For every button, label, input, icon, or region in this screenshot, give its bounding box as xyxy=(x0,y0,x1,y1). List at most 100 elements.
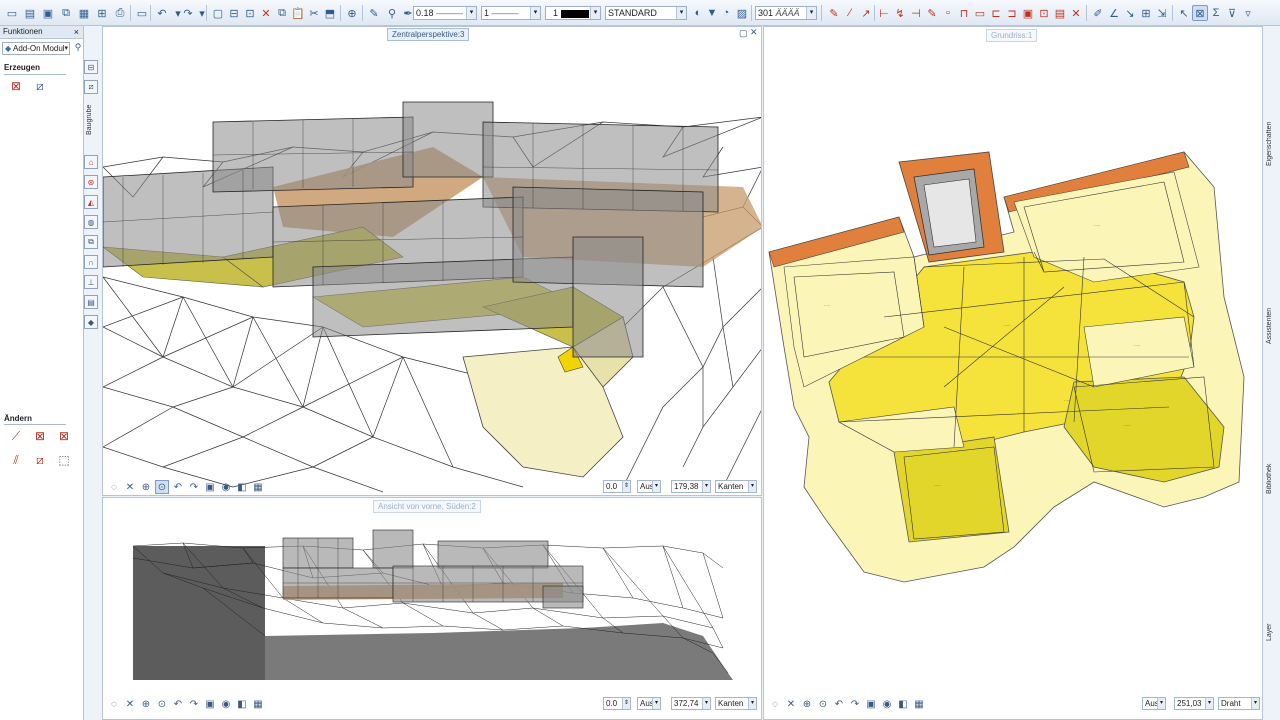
tab-library[interactable]: Bibliothek xyxy=(1266,434,1273,494)
search-icon[interactable]: ⚲ xyxy=(72,42,84,55)
select-icon[interactable]: ↖ xyxy=(1176,5,1192,21)
delta-icon[interactable]: ↘ xyxy=(1122,5,1138,21)
snap-6-icon[interactable]: ⊓ xyxy=(956,5,972,21)
view-eye-icon[interactable]: ◉ xyxy=(219,480,233,494)
project-icon[interactable]: ⊞ xyxy=(94,5,110,21)
front-angle-field[interactable]: 0.0 ⇕ xyxy=(603,697,631,710)
view-prev-icon[interactable]: ↶ xyxy=(171,480,185,494)
plan-aus-select[interactable]: Aus ▾ xyxy=(1142,697,1166,710)
excavation-create-icon[interactable]: ⊠ xyxy=(8,78,24,94)
modify-point-icon[interactable]: ⊠ xyxy=(56,428,72,444)
view-fit-icon[interactable]: ✕ xyxy=(784,697,798,711)
copy-icon[interactable]: ⧉ xyxy=(274,5,290,21)
view-select-icon[interactable]: ◌ xyxy=(107,697,121,711)
open-file-icon[interactable]: ▤ xyxy=(22,5,38,21)
modify-edit-icon[interactable]: ⧄ xyxy=(32,452,48,468)
view-next-icon[interactable]: ↷ xyxy=(848,697,862,711)
tab-engineering-icon[interactable]: ⊛ xyxy=(84,175,98,189)
tab-assistants[interactable]: Assistenten xyxy=(1266,264,1273,344)
pen-thickness-select[interactable]: 0.18 ——— ▾ xyxy=(413,6,477,20)
undo-icon[interactable]: ↶ xyxy=(154,5,170,21)
view-fit-icon[interactable]: ✕ xyxy=(123,480,137,494)
filter-icon[interactable]: ⊽ xyxy=(1224,5,1240,21)
tab-layout-icon[interactable]: ◍ xyxy=(84,215,98,229)
snap-7-icon[interactable]: ▭ xyxy=(972,5,988,21)
cancel-snap-icon[interactable]: ✕ xyxy=(1068,5,1084,21)
area-style-select[interactable]: STANDARD ▾ xyxy=(605,6,687,20)
save-icon[interactable]: ▣ xyxy=(40,5,56,21)
plan-scale-select[interactable]: 251,03 ▾ xyxy=(1174,697,1214,710)
perspective-aus-select[interactable]: Aus ▾ xyxy=(637,480,661,493)
view-pan-icon[interactable]: ⊙ xyxy=(816,697,830,711)
modify-cross-icon[interactable]: ⊠ xyxy=(32,428,48,444)
front-viewport[interactable]: Ansicht von vorne, Süden:2 ◌ ✕ ⊕ ⊙ ↶ ↷ ▣… xyxy=(102,497,762,720)
close-icon[interactable]: × xyxy=(74,26,79,38)
paste-icon[interactable]: 📋 xyxy=(290,5,306,21)
front-scale-select[interactable]: 372,74 ▾ xyxy=(671,697,711,710)
view-prev-icon[interactable]: ↶ xyxy=(171,697,185,711)
snap-8-icon[interactable]: ⊏ xyxy=(988,5,1004,21)
new-file-icon[interactable]: ▭ xyxy=(4,5,20,21)
tab-misc-icon[interactable]: ◆ xyxy=(84,315,98,329)
view-zoom-icon[interactable]: ⊕ xyxy=(800,697,814,711)
front-mode-select[interactable]: Kanten ▾ xyxy=(715,697,757,710)
tab-layer[interactable]: Layer xyxy=(1266,611,1273,641)
view-save-icon[interactable]: ▣ xyxy=(203,697,217,711)
view-select-icon[interactable]: ◌ xyxy=(107,480,121,494)
view-grid-icon[interactable]: ▦ xyxy=(251,480,265,494)
perspective-viewport[interactable]: Zentralperspektive:3 ▢ ✕ ◌ ✕ ⊕ ⊙ ↶ ↷ ▣ ◉… xyxy=(102,26,762,496)
view-save-icon[interactable]: ▣ xyxy=(203,480,217,494)
view-pan-icon[interactable]: ⊙ xyxy=(155,480,169,494)
sum-icon[interactable]: Σ xyxy=(1208,5,1224,21)
snap-1-icon[interactable]: ⊢ xyxy=(876,5,892,21)
delete-icon[interactable]: ✕ xyxy=(258,5,274,21)
filter-options-icon[interactable]: ▿ xyxy=(1240,5,1256,21)
tab-label-excavation[interactable]: Baugrube xyxy=(86,75,98,135)
view-next-icon[interactable]: ↷ xyxy=(187,697,201,711)
pick-format-icon[interactable]: ⚲ xyxy=(384,5,400,21)
snap-12-icon[interactable]: ▤ xyxy=(1052,5,1068,21)
window-icon[interactable]: ▢ xyxy=(210,5,226,21)
view-zoom-icon[interactable]: ⊕ xyxy=(139,697,153,711)
format-brush-icon[interactable]: ✎ xyxy=(366,5,382,21)
module-select[interactable]: ◆ Add-On Modul ▾ xyxy=(2,42,70,55)
close-viewport-icon[interactable]: ✕ xyxy=(750,27,758,38)
line-tool-icon[interactable]: ⁄ xyxy=(842,5,858,21)
view-eye-icon[interactable]: ◉ xyxy=(880,697,894,711)
tab-architecture-icon[interactable]: ⌂ xyxy=(84,155,98,169)
view-zoom-icon[interactable]: ⊕ xyxy=(139,480,153,494)
edit-icon[interactable]: ⬒ xyxy=(322,5,338,21)
measure-icon[interactable]: ✐ xyxy=(1090,5,1106,21)
view-render-icon[interactable]: ◧ xyxy=(235,480,249,494)
view-select-icon[interactable]: ◌ xyxy=(768,697,782,711)
tab-landscape-icon[interactable]: ◭ xyxy=(84,195,98,209)
modify-offset-icon[interactable]: ⫽ xyxy=(8,452,24,468)
distance-icon[interactable]: ⇲ xyxy=(1154,5,1170,21)
view-save-icon[interactable]: ▣ xyxy=(864,697,878,711)
tab-arch-icon[interactable]: ∩ xyxy=(84,255,98,269)
plan-viewport-title[interactable]: Grundriss:1 xyxy=(986,29,1038,42)
fileset-icon[interactable]: ▦ xyxy=(76,5,92,21)
view-prev-icon[interactable]: ↶ xyxy=(832,697,846,711)
tab-pin-icon[interactable]: ⊟ xyxy=(84,60,98,74)
redo-dropdown-icon[interactable]: ▾ xyxy=(194,5,210,21)
layer-status-icon[interactable]: ◔ xyxy=(718,5,734,21)
perspective-mode-select[interactable]: Kanten ▾ xyxy=(715,480,757,493)
tab-properties[interactable]: Eigenschaften xyxy=(1266,86,1273,166)
layer-settings-icon[interactable]: ▨ xyxy=(734,5,750,21)
view-render-icon[interactable]: ◧ xyxy=(235,697,249,711)
modify-line-icon[interactable]: ⟋ xyxy=(8,428,24,444)
perspective-scale-select[interactable]: 179,38 ▾ xyxy=(671,480,711,493)
layer-select[interactable]: 301 ÄÄÄÄ ▾ xyxy=(755,6,817,20)
snap-10-icon[interactable]: ▣ xyxy=(1020,5,1036,21)
view-next-icon[interactable]: ↷ xyxy=(187,480,201,494)
line-type-select[interactable]: 1 ——— ▾ xyxy=(481,6,541,20)
tab-stairs-icon[interactable]: ▤ xyxy=(84,295,98,309)
view-grid-icon[interactable]: ▦ xyxy=(912,697,926,711)
tab-3d-icon[interactable]: ⧉ xyxy=(84,235,98,249)
angle-icon[interactable]: ∠ xyxy=(1106,5,1122,21)
layout-icon[interactable]: ▭ xyxy=(134,5,150,21)
print-icon[interactable]: ⎙ xyxy=(112,5,128,21)
view-pan-icon[interactable]: ⊙ xyxy=(155,697,169,711)
front-aus-select[interactable]: Aus ▾ xyxy=(637,697,661,710)
